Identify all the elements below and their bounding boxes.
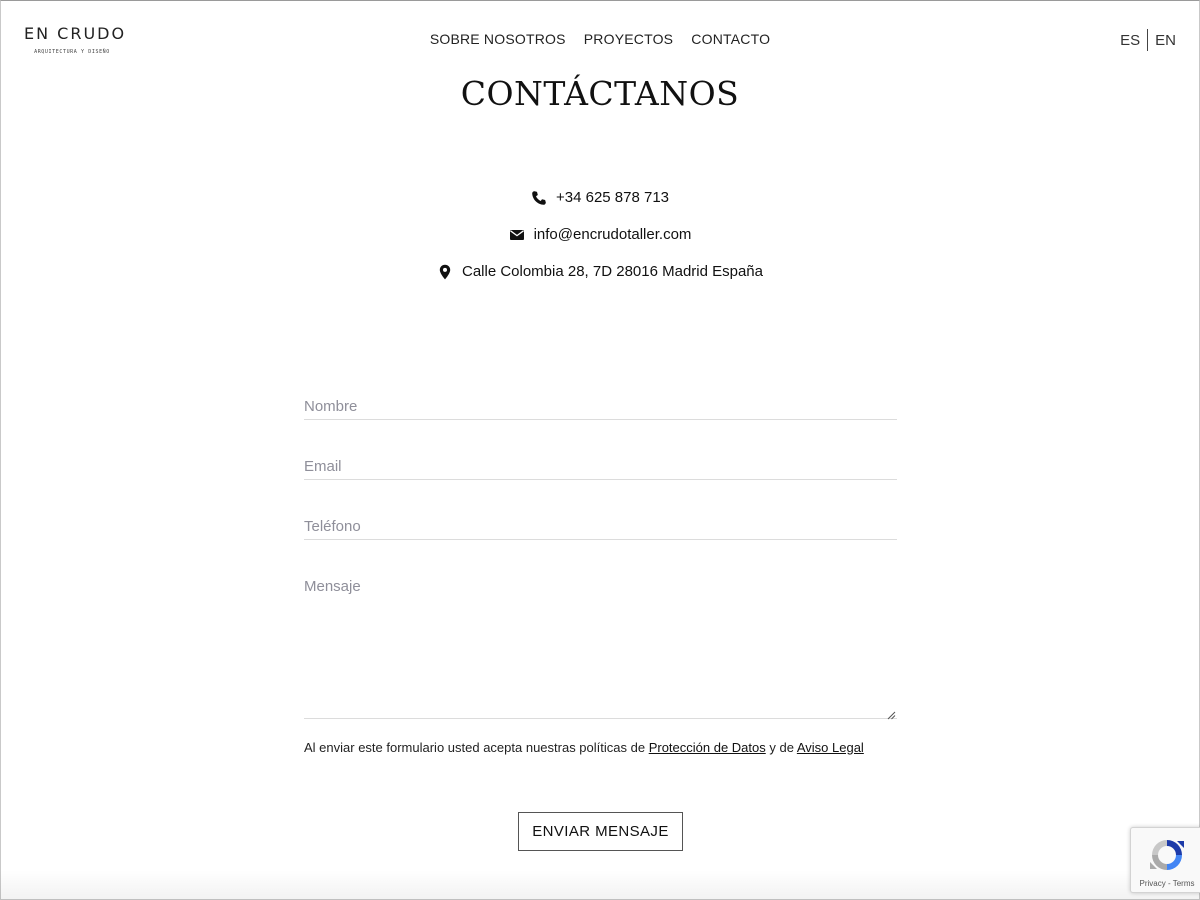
- language-es[interactable]: ES: [1120, 32, 1140, 49]
- email-field-wrapper: [304, 458, 897, 480]
- consent-text: Al enviar este formulario usted acepta n…: [304, 738, 897, 757]
- nav-item-contacto[interactable]: CONTACTO: [691, 31, 770, 47]
- phone-input[interactable]: [304, 518, 897, 535]
- main-nav: SOBRE NOSOTROS PROYECTOS CONTACTO: [0, 31, 1200, 47]
- consent-prefix: Al enviar este formulario usted acepta n…: [304, 740, 649, 755]
- message-field-wrapper: [304, 578, 897, 720]
- contact-phone-text: +34 625 878 713: [555, 189, 670, 206]
- contact-phone[interactable]: +34 625 878 713: [0, 189, 1200, 206]
- recaptcha-separator: -: [1165, 879, 1173, 888]
- page-frame: [0, 0, 1200, 900]
- nav-item-sobre-nosotros[interactable]: SOBRE NOSOTROS: [430, 31, 566, 47]
- brand-tagline: ARQUITECTURA Y DISEÑO: [34, 49, 110, 55]
- page-title: CONTÁCTANOS: [460, 74, 740, 113]
- name-input[interactable]: [304, 398, 897, 415]
- envelope-icon: [509, 227, 525, 243]
- send-message-button[interactable]: ENVIAR MENSAJE: [518, 812, 683, 851]
- map-pin-icon: [437, 264, 453, 280]
- language-switcher: ES EN: [1120, 29, 1176, 51]
- legal-notice-link[interactable]: Aviso Legal: [797, 740, 864, 755]
- name-field-wrapper: [304, 398, 897, 420]
- recaptcha-terms-link[interactable]: Terms: [1173, 879, 1195, 888]
- nav-item-proyectos[interactable]: PROYECTOS: [584, 31, 673, 47]
- message-textarea[interactable]: [304, 578, 897, 716]
- phone-field-wrapper: [304, 518, 897, 540]
- recaptcha-icon: [1147, 835, 1187, 875]
- language-divider: [1147, 29, 1149, 51]
- recaptcha-links: Privacy - Terms: [1131, 879, 1200, 888]
- contact-email-text: info@encrudotaller.com: [533, 226, 692, 243]
- contact-address-text: Calle Colombia 28, 7D 28016 Madrid Españ…: [461, 263, 763, 280]
- phone-icon: [531, 190, 547, 206]
- contact-email[interactable]: info@encrudotaller.com: [0, 226, 1200, 243]
- email-input[interactable]: [304, 458, 897, 475]
- language-en[interactable]: EN: [1155, 32, 1176, 49]
- recaptcha-privacy-link[interactable]: Privacy: [1140, 879, 1166, 888]
- resize-handle-icon[interactable]: [887, 707, 896, 720]
- consent-middle: y de: [765, 740, 797, 755]
- contact-address: Calle Colombia 28, 7D 28016 Madrid Españ…: [0, 263, 1200, 280]
- privacy-policy-link[interactable]: Protección de Datos: [649, 740, 766, 755]
- recaptcha-badge[interactable]: Privacy - Terms: [1130, 827, 1200, 893]
- bottom-fade: [0, 870, 1200, 900]
